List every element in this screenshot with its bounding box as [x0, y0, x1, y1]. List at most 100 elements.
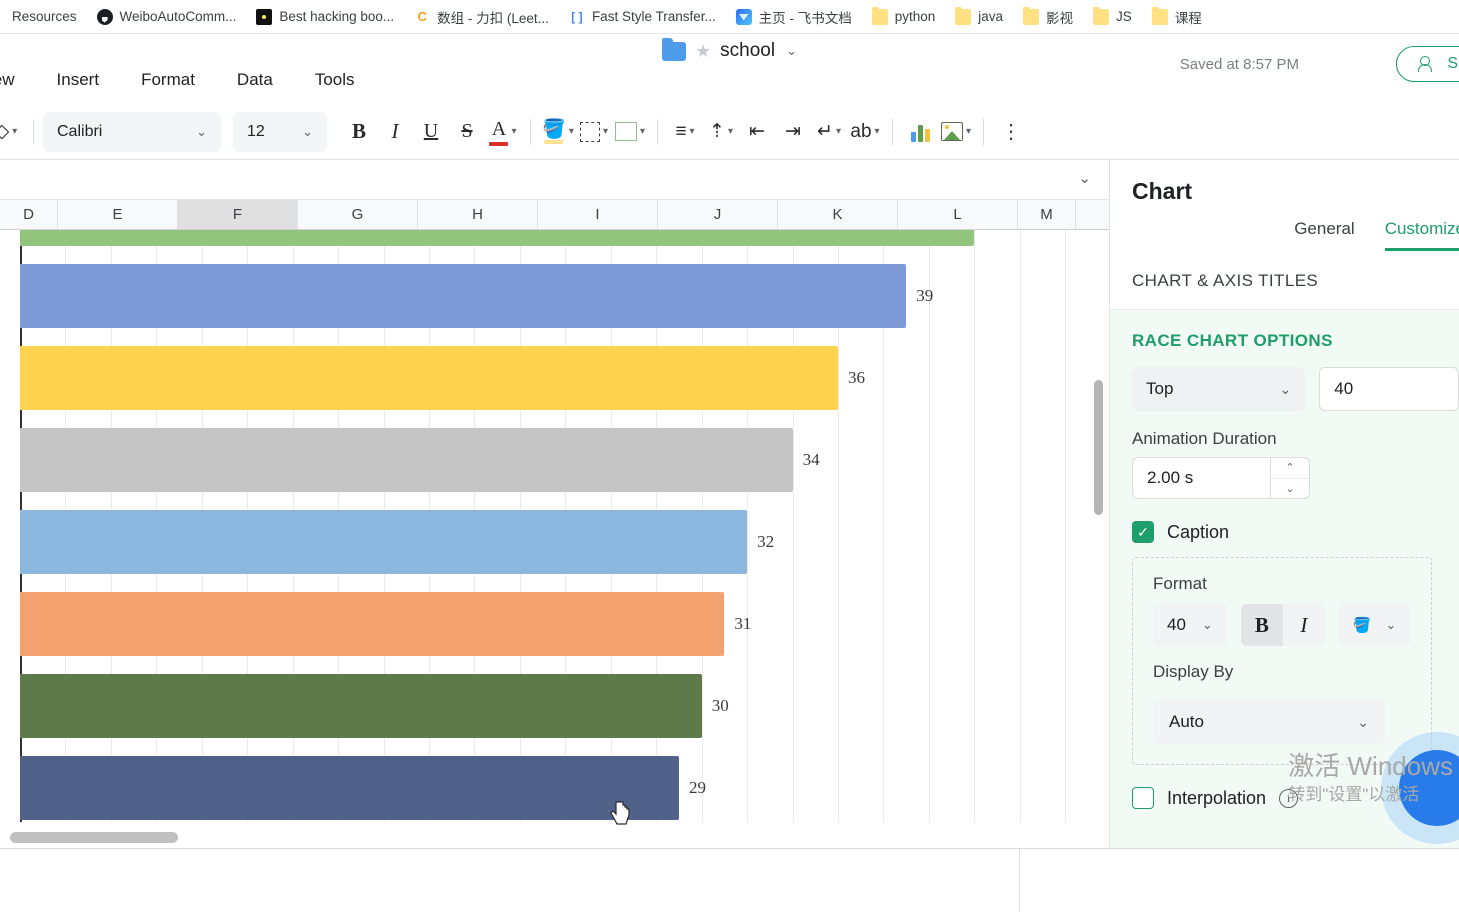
- column-header-i[interactable]: I: [538, 200, 658, 229]
- column-header-l[interactable]: L: [898, 200, 1018, 229]
- chart-bar[interactable]: [20, 756, 679, 820]
- stepper-up-button[interactable]: ⌃: [1271, 458, 1309, 479]
- chart-bar[interactable]: [20, 674, 702, 738]
- animation-duration-value[interactable]: 2.00 s: [1132, 457, 1270, 499]
- insert-image-button[interactable]: ▾: [938, 114, 974, 150]
- chart-bar[interactable]: [20, 428, 793, 492]
- bookmark-weiboautocomm[interactable]: WeiboAutoComm...: [87, 6, 247, 28]
- star-icon[interactable]: ★: [695, 42, 711, 60]
- tab-customize[interactable]: Customize: [1384, 219, 1459, 251]
- rank-count-input[interactable]: 40: [1319, 367, 1459, 411]
- caption-italic-button[interactable]: I: [1282, 604, 1325, 646]
- column-header-g[interactable]: G: [298, 200, 418, 229]
- caption-font-size-select[interactable]: 40 ⌄: [1153, 604, 1227, 646]
- main-body: ⌄ D E F G H I J K L M 39 36 34 32 31 30 29: [0, 160, 1459, 848]
- horizontal-scroll-thumb[interactable]: [10, 832, 178, 843]
- menu-data[interactable]: Data: [233, 68, 277, 92]
- bold-button[interactable]: B: [341, 114, 377, 150]
- paint-format-icon: ◇: [0, 121, 10, 142]
- chevron-down-icon: ⌄: [196, 123, 207, 139]
- animation-duration-stepper[interactable]: 2.00 s ⌃ ⌄: [1132, 457, 1310, 499]
- chart-bar-row[interactable]: [20, 230, 1087, 246]
- chevron-down-icon[interactable]: ⌄: [786, 43, 797, 59]
- chart-bar-row[interactable]: 29: [20, 756, 1087, 820]
- caption-checkbox[interactable]: ✓: [1132, 521, 1154, 543]
- chart-bar-row[interactable]: 32: [20, 510, 1087, 574]
- column-header-f[interactable]: F: [178, 200, 298, 229]
- column-header-k[interactable]: K: [778, 200, 898, 229]
- text-color-button[interactable]: A ▾: [485, 114, 521, 150]
- format-painter-button[interactable]: ◇ ▾: [0, 114, 24, 150]
- chart-bar[interactable]: [20, 592, 725, 656]
- font-size-select[interactable]: 12 ⌄: [233, 111, 327, 152]
- chart-axis-titles-section[interactable]: CHART & AXIS TITLES: [1110, 251, 1459, 310]
- chart-bar-row[interactable]: 34: [20, 428, 1087, 492]
- column-header-j[interactable]: J: [658, 200, 778, 229]
- folder-icon[interactable]: [662, 37, 687, 61]
- menu-tools[interactable]: Tools: [311, 68, 359, 92]
- bookmark-folder-python[interactable]: python: [862, 6, 946, 28]
- bookmark-folder-yingshi[interactable]: 影视: [1013, 4, 1083, 30]
- caption-color-button[interactable]: 🪣 ⌄: [1338, 604, 1411, 646]
- column-header-d[interactable]: D: [0, 200, 58, 229]
- rank-row: Top ⌄ 40: [1110, 367, 1459, 411]
- chart-bar[interactable]: [20, 510, 748, 574]
- app-header: ★ school ⌄ Saved at 8:57 PM S View Inser…: [0, 34, 1459, 104]
- interpolation-checkbox[interactable]: [1132, 787, 1154, 809]
- menu-view[interactable]: View: [0, 68, 19, 92]
- bookmark-leetcode-array[interactable]: C 数组 - 力扣 (Leet...: [404, 4, 559, 30]
- insert-chart-button[interactable]: [902, 114, 938, 150]
- text-color-letter: A: [491, 117, 507, 140]
- bookmark-resources[interactable]: Resources: [2, 6, 87, 27]
- borders-button[interactable]: ▾: [576, 114, 612, 150]
- info-icon[interactable]: i: [1279, 788, 1299, 808]
- merge-cells-button[interactable]: ▾: [612, 114, 648, 150]
- horizontal-align-button[interactable]: ≡ ▾: [667, 114, 703, 150]
- share-button[interactable]: S: [1396, 46, 1459, 82]
- chart-bar-row[interactable]: 36: [20, 346, 1087, 410]
- chevron-down-icon[interactable]: ⌄: [1078, 169, 1091, 187]
- decrease-indent-button[interactable]: ⇤: [739, 114, 775, 150]
- caption-bold-button[interactable]: B: [1240, 604, 1283, 646]
- display-by-select[interactable]: Auto ⌄: [1153, 700, 1385, 744]
- column-header-e[interactable]: E: [58, 200, 178, 229]
- bookmark-folder-kecheng[interactable]: 课程: [1142, 4, 1212, 30]
- race-chart-options-heading[interactable]: RACE CHART OPTIONS: [1110, 326, 1459, 367]
- menu-format[interactable]: Format: [137, 68, 199, 92]
- sheet-tabs-area[interactable]: [0, 849, 1020, 912]
- race-bar-chart[interactable]: 39 36 34 32 31 30 29: [0, 230, 1109, 848]
- column-header-h[interactable]: H: [418, 200, 538, 229]
- italic-button[interactable]: I: [377, 114, 413, 150]
- chart-bar-row[interactable]: 31: [20, 592, 1087, 656]
- font-family-select[interactable]: Calibri ⌄: [43, 111, 221, 152]
- bookmark-best-hacking-books[interactable]: Best hacking boo...: [246, 6, 404, 28]
- menu-insert[interactable]: Insert: [53, 68, 104, 92]
- text-rotation-button[interactable]: ab ▾: [847, 114, 883, 150]
- more-options-button[interactable]: ⋮: [993, 114, 1029, 150]
- chart-bar[interactable]: [20, 264, 907, 328]
- chart-bar[interactable]: [20, 230, 975, 246]
- chart-bar-row[interactable]: 39: [20, 264, 1087, 328]
- bookmark-feishu-home[interactable]: 主页 - 飞书文档: [726, 4, 862, 30]
- tab-general[interactable]: General: [1294, 219, 1354, 251]
- rank-mode-select[interactable]: Top ⌄: [1132, 367, 1306, 411]
- bookmark-folder-js[interactable]: JS: [1083, 6, 1142, 28]
- stepper-down-button[interactable]: ⌄: [1271, 479, 1309, 499]
- bookmark-folder-java[interactable]: java: [945, 6, 1013, 28]
- vertical-align-button[interactable]: ⇡ ▾: [703, 114, 739, 150]
- fill-color-button[interactable]: 🪣 ▾: [540, 114, 576, 150]
- increase-indent-button[interactable]: ⇥: [775, 114, 811, 150]
- horizontal-scrollbar[interactable]: [0, 832, 1087, 844]
- chevron-down-icon: ▾: [727, 126, 733, 137]
- bookmark-fast-style-transfer[interactable]: [ ] Fast Style Transfer...: [559, 6, 726, 28]
- underline-button[interactable]: U: [413, 114, 449, 150]
- vertical-scroll-thumb[interactable]: [1094, 380, 1103, 515]
- strikethrough-button[interactable]: S: [449, 114, 485, 150]
- document-name[interactable]: school: [720, 40, 775, 62]
- chart-bar[interactable]: [20, 346, 839, 410]
- saved-status: Saved at 8:57 PM: [1179, 56, 1299, 73]
- column-header-m[interactable]: M: [1018, 200, 1076, 229]
- chart-bar-row[interactable]: 30: [20, 674, 1087, 738]
- text-wrap-button[interactable]: ↵ ▾: [811, 114, 847, 150]
- folder-icon: [1023, 6, 1040, 25]
